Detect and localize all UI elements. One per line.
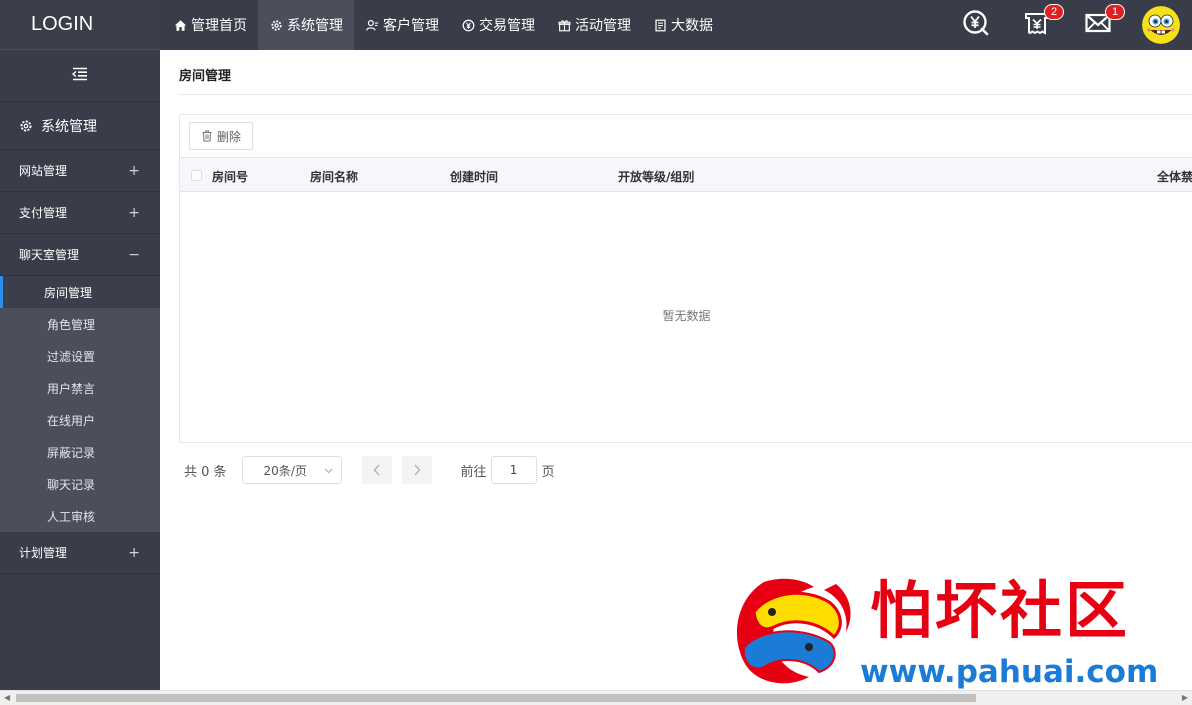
collapse-icon: − [128, 246, 140, 263]
pagination-total: 共 0 条 [184, 464, 227, 480]
yen-search-icon [962, 9, 990, 41]
scrollbar-thumb[interactable] [16, 694, 976, 702]
sidebar-group-label: 网站管理 [19, 164, 68, 178]
sidebar: 系统管理 网站管理 + 支付管理 + 聊天室管理 − 房间管理 角色管理 过滤设… [0, 50, 160, 690]
horizontal-scrollbar[interactable]: ◀ ▶ [0, 690, 1192, 705]
top-bar: LOGIN 管理首页 系统管理 客户管理 交易管理 活动管理 大数据 2 1 [0, 0, 1192, 50]
column-header-created-time[interactable]: 创建时间 [450, 168, 498, 185]
chevron-left-icon [373, 464, 380, 476]
mail-badge: 1 [1105, 4, 1125, 20]
column-header-room-name[interactable]: 房间名称 [310, 168, 358, 185]
nav-system-label: 系统管理 [287, 18, 343, 34]
nav-trades[interactable]: 交易管理 [450, 0, 546, 50]
next-page-button[interactable] [401, 456, 432, 484]
home-icon [173, 18, 187, 32]
sidebar-item-online-users[interactable]: 在线用户 [0, 404, 160, 436]
delete-button[interactable]: 删除 [189, 122, 254, 150]
gear-icon [269, 18, 283, 32]
sidebar-item-room-management[interactable]: 房间管理 [0, 276, 160, 308]
sidebar-item-chat-records[interactable]: 聊天记录 [0, 468, 160, 500]
page-suffix: 页 [541, 464, 555, 480]
nav-bigdata-label: 大数据 [671, 18, 713, 34]
nav-trades-label: 交易管理 [479, 18, 535, 34]
pagination: 共 0 条 20条/页 前往 页 [184, 456, 555, 484]
select-all-checkbox[interactable] [191, 170, 202, 181]
column-header-open-level[interactable]: 开放等级/组别 [618, 168, 694, 185]
receipt-badge: 2 [1044, 4, 1064, 20]
user-icon [365, 18, 379, 32]
gift-icon [557, 18, 571, 32]
sidebar-group-plan[interactable]: 计划管理 + [0, 532, 160, 574]
delete-button-label: 删除 [217, 129, 242, 144]
sidebar-item-role-management[interactable]: 角色管理 [0, 308, 160, 340]
page-size-value: 20条/页 [263, 463, 307, 478]
nav-home[interactable]: 管理首页 [162, 0, 258, 50]
sidebar-group-label: 计划管理 [19, 546, 68, 560]
document-icon [653, 18, 667, 32]
empty-placeholder: 暂无数据 [662, 309, 711, 323]
top-nav: 管理首页 系统管理 客户管理 交易管理 活动管理 大数据 [162, 0, 724, 50]
chevron-right-icon [414, 464, 420, 476]
logo[interactable]: LOGIN [0, 0, 160, 50]
expand-icon: + [128, 544, 140, 561]
nav-bigdata[interactable]: 大数据 [642, 0, 724, 50]
watermark: 怕坏社区 www.pahuai.com [724, 572, 1192, 690]
sidebar-item-filter-settings[interactable]: 过滤设置 [0, 340, 160, 372]
menu-fold-icon [71, 66, 89, 85]
page-title: 房间管理 [179, 69, 232, 84]
nav-activities-label: 活动管理 [575, 18, 631, 34]
page-size-select[interactable]: 20条/页 [241, 456, 342, 484]
sidebar-group-website[interactable]: 网站管理 + [0, 150, 160, 192]
sidebar-item-block-records[interactable]: 屏蔽记录 [0, 436, 160, 468]
sidebar-group-payment[interactable]: 支付管理 + [0, 192, 160, 234]
yen-search-button[interactable] [959, 8, 993, 42]
watermark-text: 怕坏社区 [870, 574, 1131, 647]
sidebar-toggle[interactable] [0, 50, 160, 102]
yen-circle-icon [461, 18, 475, 32]
nav-system[interactable]: 系统管理 [258, 0, 354, 50]
nav-customers[interactable]: 客户管理 [354, 0, 450, 50]
watermark-url: www.pahuai.com [860, 654, 1159, 690]
goto-label: 前往 [460, 464, 487, 480]
scroll-right-icon[interactable]: ▶ [1182, 693, 1188, 702]
gear-icon [19, 119, 33, 133]
avatar[interactable] [1142, 6, 1180, 44]
column-header-room-id[interactable]: 房间号 [212, 168, 248, 185]
expand-icon: + [128, 162, 140, 179]
mail-button[interactable]: 1 [1081, 4, 1125, 42]
chevron-down-icon [324, 463, 333, 477]
receipt-button[interactable]: 2 [1020, 4, 1064, 42]
sidebar-group-label: 支付管理 [19, 206, 68, 220]
scroll-left-icon[interactable]: ◀ [4, 693, 10, 702]
sidebar-section-system[interactable]: 系统管理 [0, 102, 160, 150]
sidebar-section-label: 系统管理 [41, 118, 97, 135]
expand-icon: + [128, 204, 140, 221]
top-right-tools: 2 1 [959, 0, 1192, 50]
table-header: 房间号 房间名称 创建时间 开放等级/组别 全体禁 [180, 157, 1192, 192]
nav-home-label: 管理首页 [191, 18, 247, 34]
sidebar-group-label: 聊天室管理 [19, 248, 80, 262]
sidebar-group-chatroom[interactable]: 聊天室管理 − [0, 234, 160, 276]
divider [179, 94, 1192, 95]
trash-icon [202, 130, 212, 142]
nav-customers-label: 客户管理 [383, 18, 439, 34]
sidebar-submenu-chatroom: 房间管理 角色管理 过滤设置 用户禁言 在线用户 屏蔽记录 聊天记录 人工审核 [0, 276, 160, 532]
sidebar-item-user-mute[interactable]: 用户禁言 [0, 372, 160, 404]
sidebar-item-manual-review[interactable]: 人工审核 [0, 500, 160, 532]
column-header-mute-all[interactable]: 全体禁 [1157, 168, 1192, 185]
prev-page-button[interactable] [361, 456, 392, 484]
nav-activities[interactable]: 活动管理 [546, 0, 642, 50]
table-panel: 删除 房间号 房间名称 创建时间 开放等级/组别 全体禁 暂无数据 [179, 114, 1192, 443]
table-toolbar: 删除 [180, 115, 1192, 157]
goto-page-input[interactable] [490, 456, 537, 484]
